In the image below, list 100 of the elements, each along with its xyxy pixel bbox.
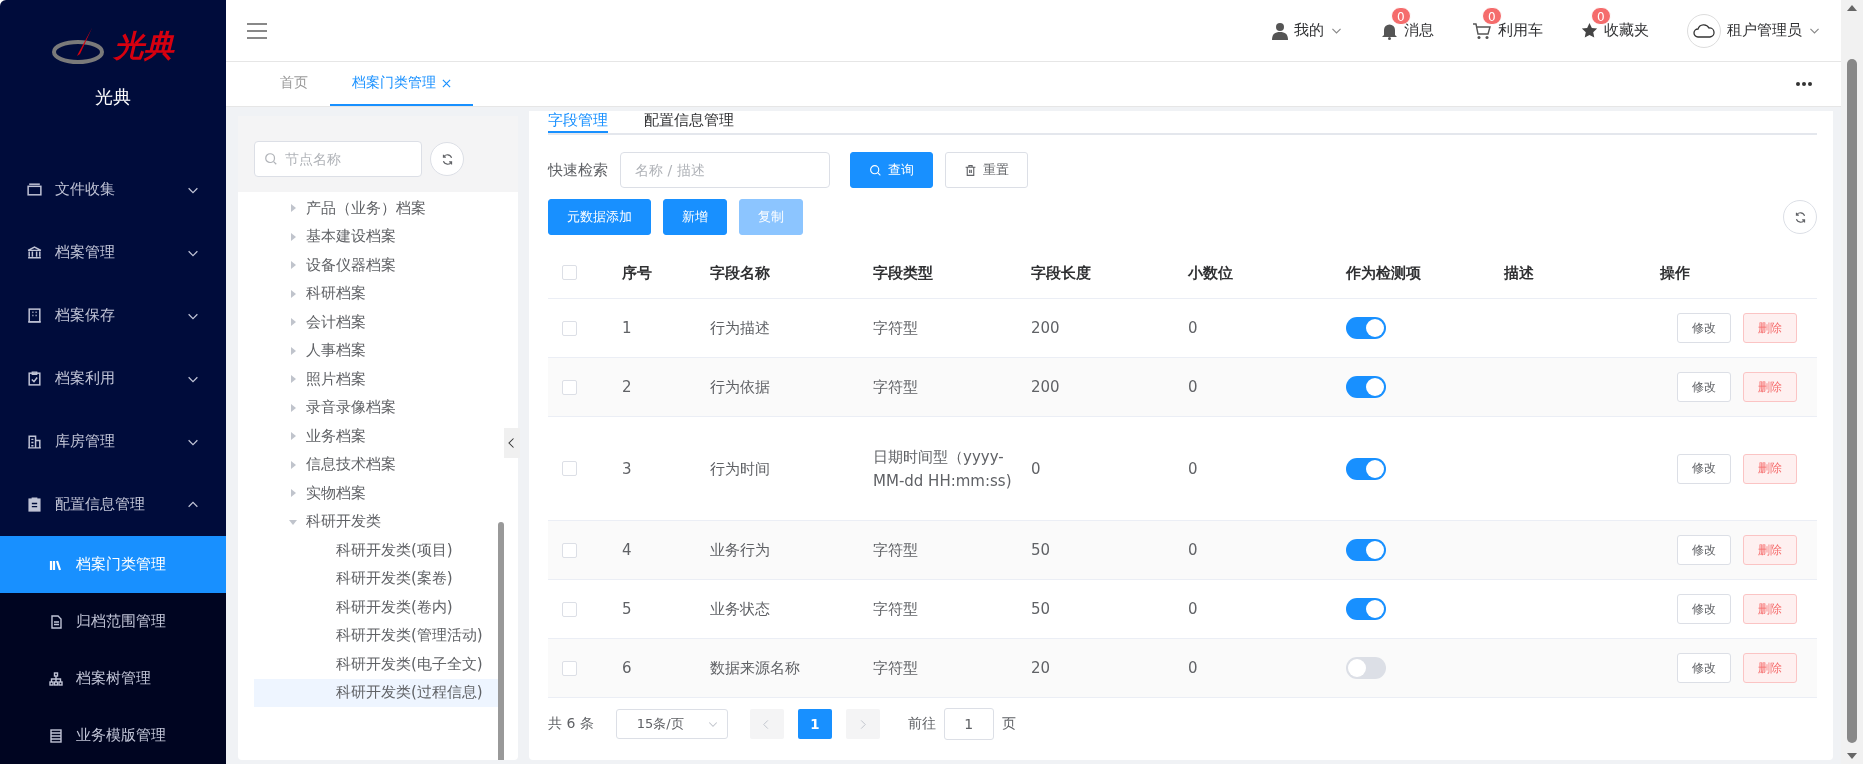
caret-right-icon — [289, 232, 297, 241]
app-title: 光典 — [94, 84, 132, 109]
user-menu[interactable]: 我的 — [1294, 21, 1324, 40]
clipboard-check-icon — [26, 370, 43, 387]
checkbox[interactable] — [562, 542, 577, 558]
column-header: 字段类型 — [872, 262, 934, 284]
tree-node[interactable]: 基本建设档案 — [254, 222, 498, 251]
document-icon — [48, 613, 64, 630]
table-cell-text: 1 — [621, 318, 633, 339]
tree-node[interactable]: 科研开发类(案卷) — [254, 564, 498, 593]
table-cell-text: 0 — [1187, 377, 1199, 398]
table-cell-text: 0 — [1187, 540, 1199, 561]
trash-icon — [964, 163, 977, 177]
table-cell-text: 行为时间 — [709, 458, 771, 480]
column-header: 作为检测项 — [1345, 262, 1422, 284]
edit-button[interactable]: 修改 — [1677, 653, 1731, 683]
node-search-field[interactable]: 节点名称 — [254, 141, 422, 177]
submenu-item[interactable]: 归档范围管理 — [0, 593, 226, 650]
page-number-field[interactable]: 1 — [943, 708, 994, 740]
table-cell-text: 字符型 — [872, 658, 919, 679]
caret-right-icon — [289, 289, 297, 298]
edit-button[interactable]: 修改 — [1677, 372, 1731, 402]
account-name[interactable]: 租户管理员 — [1727, 21, 1802, 40]
checkbox[interactable] — [562, 265, 577, 280]
tree-node[interactable]: 科研开发类(管理活动) — [254, 621, 498, 650]
table-cell-text: 业务状态 — [709, 599, 771, 620]
collapse-handle[interactable] — [504, 428, 520, 458]
tree-node[interactable]: 科研开发类(卷内) — [254, 593, 498, 622]
menu-icon[interactable] — [246, 21, 268, 40]
checkbox[interactable] — [562, 320, 577, 336]
close-icon[interactable] — [442, 78, 451, 88]
tree-node[interactable]: 业务档案 — [254, 422, 498, 451]
reset-button[interactable]: 重置 — [945, 152, 1028, 188]
caret-right-icon — [289, 375, 297, 384]
edit-button[interactable]: 修改 — [1677, 453, 1731, 484]
scrollbar-thumb[interactable] — [1847, 59, 1857, 743]
caret-right-icon — [289, 460, 297, 469]
tree-node[interactable]: 产品（业务）档案 — [254, 194, 498, 223]
refresh-button[interactable] — [1783, 200, 1817, 234]
menu-item[interactable]: 档案保存 — [0, 284, 226, 347]
toggle-switch[interactable] — [1346, 457, 1386, 480]
scroll-up-icon[interactable] — [1847, 4, 1857, 11]
tree-node[interactable]: 科研开发类(过程信息) — [254, 678, 498, 707]
page-suffix: 页 — [1001, 715, 1016, 733]
table-cell-text: 字符型 — [872, 318, 919, 339]
toggle-switch[interactable] — [1346, 376, 1386, 398]
tree-node[interactable]: 录音录像档案 — [254, 393, 498, 422]
keyword-field[interactable]: 名称 / 描述 — [620, 152, 830, 188]
star-icon — [1581, 22, 1598, 39]
menu-item[interactable]: 配置信息管理 — [0, 473, 226, 536]
search-icon — [869, 163, 882, 177]
tree-node[interactable]: 设备仪器档案 — [254, 251, 498, 280]
table-cell-text: 0 — [1187, 458, 1199, 480]
toggle-switch[interactable] — [1346, 539, 1386, 561]
count-badge: 0 — [1482, 7, 1502, 25]
checkbox[interactable] — [562, 461, 577, 476]
column-header: 字段长度 — [1030, 262, 1092, 284]
toggle-switch[interactable] — [1346, 598, 1386, 620]
table-cell-text: 0 — [1187, 318, 1199, 339]
checkbox[interactable] — [562, 601, 577, 617]
tree-node[interactable]: 科研开发类 — [254, 507, 498, 536]
tree-node[interactable]: 照片档案 — [254, 365, 498, 394]
menu-item[interactable]: 文件收集 — [0, 158, 226, 221]
checkbox[interactable] — [562, 660, 577, 676]
edit-button[interactable]: 修改 — [1677, 313, 1731, 343]
tree-node[interactable]: 科研档案 — [254, 279, 498, 308]
table-cell-text: 业务行为 — [709, 540, 771, 561]
section-tab[interactable]: 字段管理 — [548, 111, 608, 133]
submenu-item[interactable]: 档案树管理 — [0, 650, 226, 707]
table-cell-text: 0 — [1030, 458, 1042, 480]
menu-item[interactable]: 库房管理 — [0, 410, 226, 473]
more-icon[interactable] — [1795, 81, 1813, 87]
submenu-item[interactable]: 业务模版管理 — [0, 707, 226, 764]
tree-node[interactable]: 科研开发类(项目) — [254, 536, 498, 565]
table-cell-text: 50 — [1030, 599, 1052, 620]
tray-icon — [26, 181, 43, 198]
total-count: 共 6 条 — [548, 715, 594, 733]
refresh-button[interactable] — [430, 142, 464, 176]
refresh-icon — [1793, 210, 1807, 224]
refresh-icon — [440, 152, 454, 166]
tree-node[interactable]: 实物档案 — [254, 479, 498, 508]
toggle-switch[interactable] — [1346, 317, 1386, 339]
tree-node[interactable]: 信息技术档案 — [254, 450, 498, 479]
menu-item[interactable]: 档案管理 — [0, 221, 226, 284]
tree-node[interactable]: 会计档案 — [254, 308, 498, 337]
table-cell-text: 数据来源名称 — [709, 658, 801, 679]
edit-button[interactable]: 修改 — [1677, 594, 1731, 624]
tree-node[interactable]: 科研开发类(电子全文) — [254, 650, 498, 679]
edit-button[interactable]: 修改 — [1677, 535, 1731, 565]
goto-label: 前往 — [907, 715, 936, 733]
page-tab[interactable]: 档案门类管理 — [330, 62, 473, 106]
scrollbar-thumb[interactable] — [498, 522, 504, 760]
page-size-select[interactable]: 15条/页 — [615, 709, 728, 739]
hierarchy-icon — [48, 670, 64, 687]
scroll-down-icon[interactable] — [1847, 753, 1857, 760]
section-tab[interactable]: 配置信息管理 — [644, 111, 734, 133]
tree-node[interactable]: 人事档案 — [254, 336, 498, 365]
toggle-switch[interactable] — [1346, 657, 1386, 679]
checkbox[interactable] — [562, 379, 577, 395]
menu-item[interactable]: 档案利用 — [0, 347, 226, 410]
